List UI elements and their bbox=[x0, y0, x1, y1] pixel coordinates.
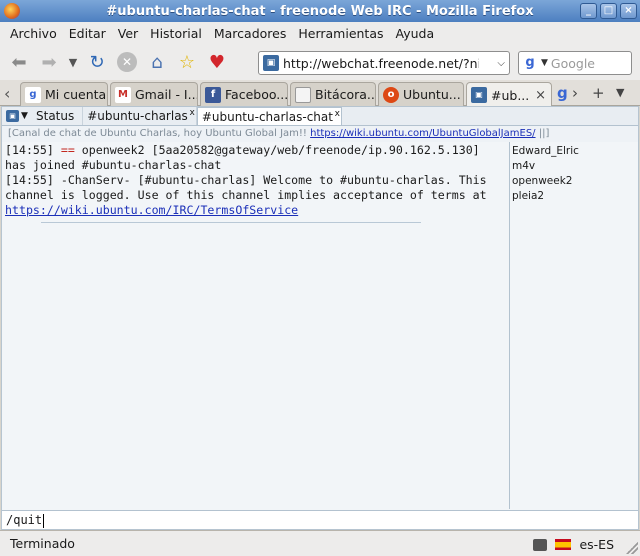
firefox-icon bbox=[4, 3, 20, 19]
chat-log: [14:55] == openweek2 [5aa20582@gateway/w… bbox=[2, 142, 509, 509]
topic-end: ||] bbox=[535, 128, 550, 139]
chat-input[interactable]: /quit bbox=[2, 510, 638, 529]
irc-tab-ubuntu-charlas[interactable]: #ubuntu-charlas x bbox=[83, 107, 197, 125]
resize-grip-icon[interactable] bbox=[626, 542, 638, 554]
menu-marcadores[interactable]: Marcadores bbox=[208, 26, 293, 41]
tab-gmail[interactable]: M Gmail - I... bbox=[110, 82, 198, 106]
spain-flag-icon[interactable] bbox=[555, 539, 572, 550]
channel-topic: [Canal de chat de Ubuntu Charlas, hoy Ub… bbox=[2, 126, 638, 142]
window-title: #ubuntu-charlas-chat - freenode Web IRC … bbox=[106, 3, 534, 19]
nick-item[interactable]: pleia2 bbox=[512, 189, 638, 204]
history-dropdown-icon[interactable]: ▼ bbox=[66, 49, 80, 75]
browser-tab-bar: ‹ g Mi cuenta M Gmail - I... f Faceboo..… bbox=[0, 80, 640, 107]
navigation-toolbar: ⬅ ➡ ▼ ↻ ✕ ⌂ ☆ ♥ ▣ http://webchat.freenod… bbox=[0, 44, 640, 80]
irc-tab-label: #ubuntu-charlas-chat bbox=[201, 110, 333, 124]
url-text[interactable]: http://webchat.freenode.net/?nic bbox=[283, 56, 479, 71]
heart-icon[interactable]: ♥ bbox=[204, 49, 230, 75]
page-icon bbox=[295, 86, 311, 103]
url-dropdown-icon[interactable]: ⌵ bbox=[497, 58, 505, 69]
site-favicon-icon: ▣ bbox=[263, 55, 279, 71]
nick-item[interactable]: openweek2 bbox=[512, 174, 638, 189]
google-tab-icon[interactable]: g bbox=[557, 84, 568, 102]
irc-tab-ubuntu-charlas-chat[interactable]: #ubuntu-charlas-chat x bbox=[196, 105, 342, 125]
tab-scroll-right-icon[interactable]: › bbox=[572, 84, 578, 102]
irc-tab-label: #ubuntu-charlas bbox=[87, 109, 188, 123]
irc-tab-strip: ▣ ▼ Status #ubuntu-charlas x #ubuntu-char… bbox=[2, 107, 638, 126]
tab-scroll-left-icon[interactable]: ‹ bbox=[4, 84, 10, 103]
irc-tab-close-icon[interactable]: x bbox=[189, 104, 194, 122]
join-marker: == bbox=[60, 143, 75, 157]
search-box[interactable]: g ▼ Google bbox=[518, 51, 632, 75]
irc-icon: ▣ bbox=[471, 87, 487, 103]
new-tab-icon[interactable]: + bbox=[592, 84, 605, 102]
chat-line: [14:55] == openweek2 [5aa20582@gateway/w… bbox=[5, 143, 509, 158]
irc-logo-icon: ▣ bbox=[6, 110, 20, 122]
bookmark-star-icon[interactable]: ☆ bbox=[174, 49, 200, 75]
addon-icon[interactable] bbox=[533, 538, 548, 551]
close-button[interactable]: × bbox=[620, 3, 637, 19]
menu-bar: Archivo Editar Ver Historial Marcadores … bbox=[0, 22, 640, 44]
google-icon[interactable]: g bbox=[522, 55, 538, 71]
irc-tab-label: Status bbox=[36, 109, 75, 123]
irc-menu-button[interactable]: ▣ ▼ bbox=[2, 107, 32, 125]
menu-ver[interactable]: Ver bbox=[112, 26, 144, 41]
topic-link[interactable]: https://wiki.ubuntu.com/UbuntuGlobalJamE… bbox=[310, 128, 535, 139]
minimize-button[interactable]: _ bbox=[580, 3, 597, 19]
topic-text: [Canal de chat de Ubuntu Charlas, hoy Ub… bbox=[8, 128, 311, 139]
tab-label: Faceboo... bbox=[225, 87, 288, 102]
message-text: openweek2 [5aa20582@gateway/web/freenode… bbox=[74, 143, 480, 157]
tab-close-icon[interactable]: × bbox=[535, 88, 546, 103]
tab-label: Mi cuenta bbox=[45, 87, 107, 102]
search-placeholder[interactable]: Google bbox=[551, 56, 595, 71]
terms-link[interactable]: https://wiki.ubuntu.com/IRC/TermsOfServi… bbox=[5, 203, 298, 217]
window-titlebar: #ubuntu-charlas-chat - freenode Web IRC … bbox=[0, 0, 640, 22]
irc-tab-close-icon[interactable]: x bbox=[335, 105, 340, 123]
menu-archivo[interactable]: Archivo bbox=[4, 26, 63, 41]
locale-label[interactable]: es-ES bbox=[579, 537, 614, 552]
tab-label: Bitácora... bbox=[315, 87, 376, 102]
tab-ubuntu[interactable]: o Ubuntu... bbox=[378, 82, 464, 106]
tab-list-dropdown-icon[interactable]: ▼ bbox=[616, 86, 624, 99]
nick-list: Edward_Elric m4v openweek2 pleia2 bbox=[509, 142, 638, 509]
tab-label: Ubuntu... bbox=[403, 87, 461, 102]
nick-item[interactable]: Edward_Elric bbox=[512, 144, 638, 159]
menu-editar[interactable]: Editar bbox=[63, 26, 112, 41]
nick-item[interactable]: m4v bbox=[512, 159, 638, 174]
ubuntu-icon: o bbox=[383, 86, 399, 103]
forward-arrow-icon[interactable]: ➡ bbox=[36, 49, 62, 75]
url-bar[interactable]: ▣ http://webchat.freenode.net/?nic ⌵ bbox=[258, 51, 510, 75]
chat-line: has joined #ubuntu-charlas-chat bbox=[5, 158, 222, 172]
status-text: Terminado bbox=[10, 536, 75, 551]
irc-client: ▣ ▼ Status #ubuntu-charlas x #ubuntu-char… bbox=[1, 106, 639, 530]
tab-mi-cuenta[interactable]: g Mi cuenta bbox=[20, 82, 108, 106]
facebook-icon: f bbox=[205, 86, 221, 103]
tab-facebook[interactable]: f Faceboo... bbox=[200, 82, 288, 106]
menu-ayuda[interactable]: Ayuda bbox=[390, 26, 441, 41]
menu-historial[interactable]: Historial bbox=[144, 26, 208, 41]
home-icon[interactable]: ⌂ bbox=[144, 49, 170, 75]
text-caret bbox=[43, 513, 45, 528]
chat-input-value[interactable]: /quit bbox=[6, 513, 42, 527]
timestamp: [14:55] bbox=[5, 143, 61, 157]
irc-tab-status[interactable]: Status bbox=[32, 107, 84, 125]
stop-icon[interactable]: ✕ bbox=[117, 52, 137, 72]
maximize-button[interactable]: □ bbox=[600, 3, 617, 19]
g-icon: g bbox=[25, 86, 41, 103]
chat-line: https://wiki.ubuntu.com/IRC/TermsOfServi… bbox=[5, 203, 509, 218]
chat-line: channel is logged. Use of this channel i… bbox=[5, 188, 487, 202]
search-engine-dropdown-icon[interactable]: ▼ bbox=[541, 58, 548, 68]
tab-irc-active[interactable]: ▣ #ub... × bbox=[466, 82, 552, 107]
tab-label: Gmail - I... bbox=[135, 87, 198, 102]
status-bar: Terminado es-ES bbox=[0, 530, 640, 556]
chat-line: [14:55] -ChanServ- [#ubuntu-charlas] Wel… bbox=[5, 173, 487, 187]
gmail-icon: M bbox=[115, 86, 131, 103]
menu-herramientas[interactable]: Herramientas bbox=[292, 26, 389, 41]
back-arrow-icon[interactable]: ⬅ bbox=[6, 49, 32, 75]
tab-label: #ub... bbox=[491, 87, 530, 103]
reload-icon[interactable]: ↻ bbox=[84, 49, 110, 75]
tab-bitacora[interactable]: Bitácora... bbox=[290, 82, 376, 106]
chat-divider bbox=[41, 222, 421, 223]
